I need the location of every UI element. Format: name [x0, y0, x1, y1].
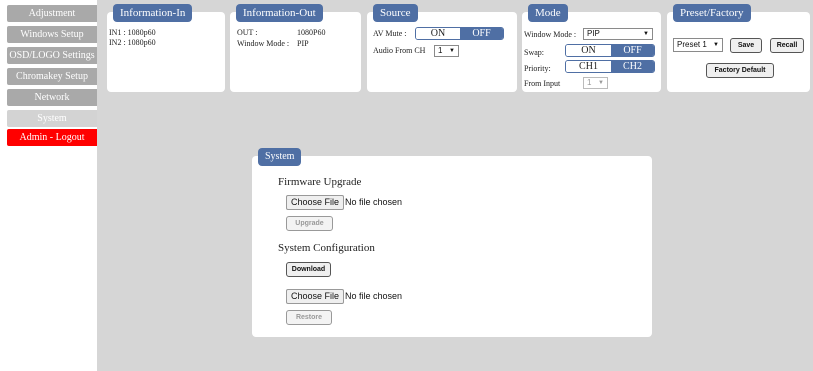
source-title: Source — [373, 4, 418, 22]
sidebar: Adjustment Windows Setup OSD/LOGO Settin… — [0, 0, 97, 371]
save-button[interactable]: Save — [730, 38, 762, 53]
config-file-status: No file chosen — [345, 291, 403, 301]
information-out-title: Information-Out — [236, 4, 323, 22]
out-label: OUT : — [237, 28, 258, 37]
sidebar-item-windows-setup[interactable]: Windows Setup — [7, 26, 97, 43]
window-mode-label: Window Mode : — [237, 39, 290, 48]
upgrade-button[interactable]: Upgrade — [286, 216, 333, 231]
preset-factory-title: Preset/Factory — [673, 4, 751, 22]
mode-title: Mode — [528, 4, 568, 22]
in1-status: IN1 : 1080p60 — [109, 28, 156, 37]
from-input-label: From Input — [524, 79, 561, 88]
audio-from-ch-label: Audio From CH — [373, 46, 426, 55]
information-in-title: Information-In — [113, 4, 193, 22]
swap-off-option[interactable]: OFF — [611, 45, 654, 56]
sidebar-item-chromakey-setup[interactable]: Chromakey Setup — [7, 68, 97, 85]
av-mute-label: AV Mute : — [373, 29, 407, 38]
from-input-select[interactable]: 1 ▼ — [583, 77, 608, 89]
system-configuration-label: System Configuration — [278, 242, 375, 254]
preset-factory-panel: Preset/Factory Preset 1 ▼ Save Recall Fa… — [667, 4, 810, 92]
logout-button[interactable]: Admin - Logout — [7, 129, 97, 146]
from-input-value: 1 — [587, 78, 592, 87]
firmware-choose-file-button[interactable]: Choose File — [286, 195, 345, 210]
sidebar-item-network[interactable]: Network — [7, 89, 97, 106]
av-mute-toggle[interactable]: ON OFF — [415, 27, 504, 40]
av-mute-off-option[interactable]: OFF — [460, 28, 503, 39]
download-button[interactable]: Download — [286, 262, 331, 277]
source-panel: Source AV Mute : ON OFF Audio From CH 1 … — [367, 4, 517, 92]
audio-ch-select[interactable]: 1 ▼ — [434, 45, 459, 57]
preset-select-value: Preset 1 — [677, 40, 707, 49]
swap-on-option[interactable]: ON — [566, 45, 611, 56]
av-mute-on-option[interactable]: ON — [416, 28, 460, 39]
firmware-file-status: No file chosen — [345, 197, 403, 207]
chevron-down-icon: ▼ — [598, 80, 604, 86]
information-in-panel: Information-In IN1 : 1080p60 IN2 : 1080p… — [107, 4, 225, 92]
preset-select[interactable]: Preset 1 ▼ — [673, 38, 723, 52]
chevron-down-icon: ▼ — [643, 31, 649, 37]
factory-default-button[interactable]: Factory Default — [706, 63, 774, 78]
firmware-upgrade-label: Firmware Upgrade — [278, 176, 362, 188]
priority-label: Priority: — [524, 64, 551, 73]
sidebar-item-adjustment[interactable]: Adjustment — [7, 5, 97, 22]
priority-ch1-option[interactable]: CH1 — [566, 61, 611, 72]
sidebar-item-osd-logo-settings[interactable]: OSD/LOGO Settings — [7, 47, 97, 64]
window-mode-value: PIP — [297, 39, 309, 48]
out-value: 1080P60 — [297, 28, 326, 37]
system-title: System — [258, 148, 302, 166]
swap-label: Swap: — [524, 48, 544, 57]
priority-toggle[interactable]: CH1 CH2 — [565, 60, 655, 73]
system-panel: System Firmware Upgrade Choose File No f… — [252, 148, 652, 337]
chevron-down-icon: ▼ — [713, 42, 719, 48]
audio-ch-value: 1 — [438, 46, 443, 55]
chevron-down-icon: ▼ — [449, 48, 455, 54]
config-choose-file-button[interactable]: Choose File — [286, 289, 345, 304]
restore-button[interactable]: Restore — [286, 310, 332, 325]
mode-window-mode-label: Window Mode : — [524, 30, 577, 39]
information-out-panel: Information-Out OUT : 1080P60 Window Mod… — [230, 4, 361, 92]
window-mode-select-value: PIP — [587, 29, 600, 38]
in2-status: IN2 : 1080p60 — [109, 38, 156, 47]
sidebar-item-system[interactable]: System — [7, 110, 97, 127]
recall-button[interactable]: Recall — [770, 38, 804, 53]
priority-ch2-option[interactable]: CH2 — [611, 61, 654, 72]
window-mode-select[interactable]: PIP ▼ — [583, 28, 653, 40]
mode-panel: Mode Window Mode : PIP ▼ Swap: ON OFF Pr… — [522, 4, 661, 92]
swap-toggle[interactable]: ON OFF — [565, 44, 655, 57]
